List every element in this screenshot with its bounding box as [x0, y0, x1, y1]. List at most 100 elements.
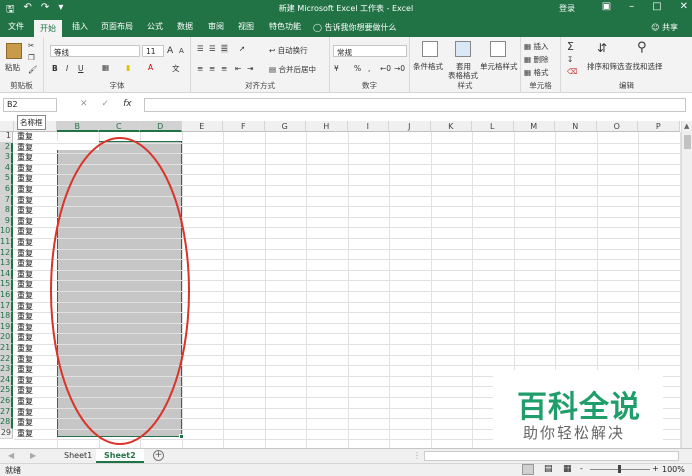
clipboard-group: 粘贴 ✂ ❐ 🖌 剪贴板	[0, 37, 44, 93]
tab-data[interactable]: 数据	[177, 21, 193, 32]
decrease-indent-icon[interactable]: ⇤	[235, 64, 241, 73]
align-left-icon[interactable]: ≡	[197, 64, 203, 73]
align-right-icon[interactable]: ≡	[221, 64, 227, 73]
insert-cells-button[interactable]: ▦ 插入	[524, 41, 548, 52]
border-icon[interactable]: ▦	[102, 63, 109, 72]
phonetic-icon[interactable]: 文	[172, 63, 180, 74]
formula-input[interactable]	[144, 98, 686, 112]
tab-review[interactable]: 审阅	[208, 21, 224, 32]
cell-styles-button[interactable]: 单元格样式	[480, 61, 518, 72]
conditional-format-button[interactable]: 条件格式	[413, 61, 443, 72]
delete-cells-button[interactable]: ▦ 删除	[524, 54, 548, 65]
wrap-text-button[interactable]: ↩ 自动换行	[269, 45, 308, 56]
name-box[interactable]: B2	[3, 98, 57, 112]
copy-icon[interactable]: ❐	[28, 53, 35, 62]
red-annotation-ellipse	[50, 137, 190, 445]
login-link[interactable]: 登录	[559, 3, 575, 14]
minimize-icon[interactable]: –	[629, 1, 634, 12]
status-bar: 就绪 ▤ ▦ - + 100%	[0, 463, 692, 476]
sheet-tab-sheet2[interactable]: Sheet2	[96, 449, 144, 463]
cancel-icon[interactable]: ✕	[80, 99, 88, 109]
alignment-label: 对齐方式	[245, 81, 275, 90]
ribbon-display-icon[interactable]: ▣	[602, 1, 611, 12]
scroll-thumb[interactable]	[684, 135, 691, 149]
zoom-in-button[interactable]: +	[652, 464, 659, 473]
alignment-group: ☰ ☰ ☰ ➚ ≡ ≡ ≡ ⇤ ⇥ ↩ 自动换行 ▤ 合并后居中 对齐方式	[191, 37, 330, 93]
increase-indent-icon[interactable]: ⇥	[247, 64, 253, 73]
prev-sheet-icon[interactable]: ◀	[8, 451, 14, 460]
sort-filter-button[interactable]: 排序和筛选	[587, 61, 625, 72]
name-box-tooltip: 名称框	[17, 115, 46, 130]
format-cells-button[interactable]: ▦ 格式	[524, 67, 548, 78]
scroll-up-icon[interactable]: ▲	[684, 122, 689, 130]
normal-view-icon[interactable]	[522, 464, 534, 475]
number-group: 常规 ¥ % , ←0 →0 数字	[330, 37, 410, 93]
decrease-decimal-icon[interactable]: →0	[394, 64, 405, 73]
cells-label: 单元格	[529, 81, 552, 90]
fill-icon[interactable]: ↧	[567, 55, 573, 64]
horizontal-scrollbar[interactable]	[424, 451, 679, 461]
ribbon-tabs: 文件 开始 插入 页面布局 公式 数据 审阅 视图 特色功能 ◯ 告诉我你想要做…	[0, 18, 692, 37]
font-size-select[interactable]: 11	[142, 45, 164, 57]
window-title: 新建 Microsoft Excel 工作表 - Excel	[278, 4, 414, 13]
number-label: 数字	[362, 81, 377, 90]
align-middle-icon[interactable]: ☰	[209, 44, 216, 53]
tab-view[interactable]: 视图	[238, 21, 254, 32]
tab-special[interactable]: 特色功能	[269, 21, 301, 32]
grow-font-button[interactable]: A	[167, 46, 173, 56]
tab-insert[interactable]: 插入	[72, 21, 88, 32]
page-layout-view-icon[interactable]: ▤	[544, 464, 553, 474]
ribbon: 粘贴 ✂ ❐ 🖌 剪贴板 等线 11 A A B I U ▦ ▮ A 文 字体 …	[0, 37, 692, 93]
font-group: 等线 11 A A B I U ▦ ▮ A 文 字体	[44, 37, 191, 93]
paste-button[interactable]: 粘贴	[5, 62, 20, 73]
format-painter-icon[interactable]: 🖌	[28, 65, 38, 74]
percent-button[interactable]: %	[354, 64, 361, 73]
accounting-icon[interactable]: ¥	[334, 64, 339, 73]
next-sheet-icon[interactable]: ▶	[30, 451, 36, 460]
maximize-icon[interactable]: □	[652, 1, 661, 12]
font-color-icon[interactable]: A	[148, 63, 153, 72]
shrink-font-button[interactable]: A	[179, 47, 184, 55]
tab-file[interactable]: 文件	[8, 21, 24, 32]
merge-center-button[interactable]: ▤ 合并后居中	[269, 64, 316, 75]
bold-button[interactable]: B	[52, 64, 58, 73]
person-icon: ☺	[651, 23, 662, 32]
window-controls: ▣ – □ ✕	[602, 1, 688, 12]
conditional-format-icon	[422, 41, 438, 57]
italic-button[interactable]: I	[66, 64, 68, 73]
find-select-button[interactable]: 查找和选择	[625, 61, 663, 72]
sheet-tab-sheet1[interactable]: Sheet1	[56, 449, 100, 463]
vertical-scrollbar[interactable]: ▲	[681, 121, 692, 448]
font-label: 字体	[109, 81, 125, 90]
tab-home[interactable]: 开始	[34, 20, 62, 37]
number-format-select[interactable]: 常规	[333, 45, 407, 57]
orientation-icon[interactable]: ➚	[239, 44, 245, 53]
cut-icon[interactable]: ✂	[28, 41, 34, 50]
align-top-icon[interactable]: ☰	[197, 44, 204, 53]
tab-formulas[interactable]: 公式	[147, 21, 163, 32]
fill-color-icon[interactable]: ▮	[126, 63, 130, 72]
tab-split-handle[interactable]: ⋮	[413, 451, 421, 460]
add-sheet-icon[interactable]: +	[153, 450, 164, 461]
align-bottom-icon[interactable]: ☰	[221, 44, 228, 53]
underline-button[interactable]: U	[78, 64, 84, 73]
close-icon[interactable]: ✕	[680, 1, 688, 12]
tell-me-box[interactable]: ◯ 告诉我你想要做什么	[313, 22, 397, 33]
share-button[interactable]: ☺ 共享	[651, 22, 678, 33]
increase-decimal-icon[interactable]: ←0	[380, 64, 391, 73]
align-center-icon[interactable]: ≡	[209, 64, 215, 73]
zoom-slider-thumb[interactable]	[618, 465, 621, 473]
tab-page-layout[interactable]: 页面布局	[101, 21, 133, 32]
zoom-level[interactable]: 100%	[662, 465, 685, 474]
zoom-out-button[interactable]: -	[580, 464, 583, 473]
autosum-button[interactable]: Σ	[567, 40, 574, 53]
insert-function-button[interactable]: fx	[123, 99, 132, 109]
comma-button[interactable]: ,	[368, 64, 370, 73]
editing-label: 编辑	[619, 81, 634, 90]
enter-icon[interactable]: ✓	[102, 99, 110, 109]
find-select-icon: ⚲	[637, 40, 647, 55]
font-name-select[interactable]: 等线	[50, 45, 140, 57]
paste-icon[interactable]	[6, 43, 22, 59]
clear-icon[interactable]: ⌫	[567, 67, 578, 76]
page-break-view-icon[interactable]: ▦	[563, 464, 572, 474]
